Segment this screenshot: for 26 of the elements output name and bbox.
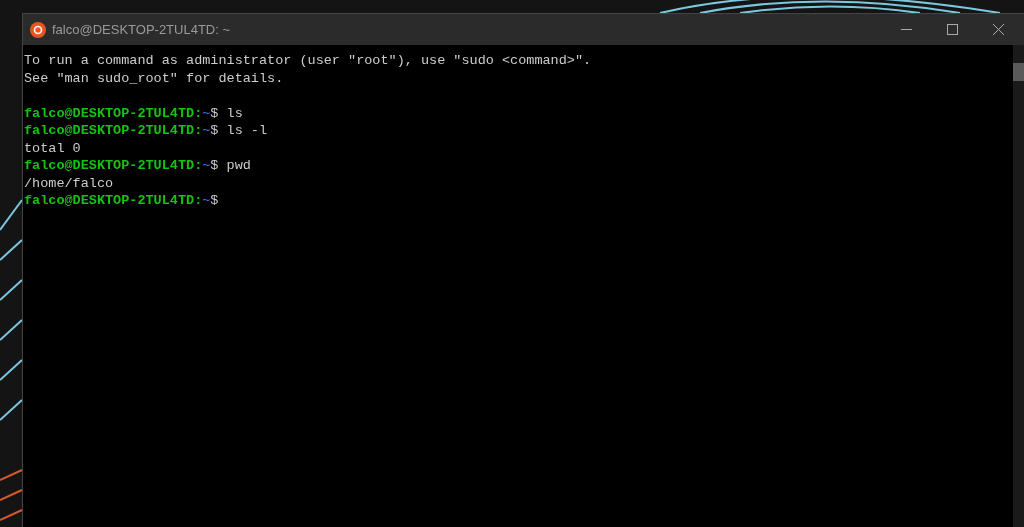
prompt-user-host: falco@DESKTOP-2TUL4TD: [24,122,203,140]
prompt-symbol: $ [210,192,219,210]
prompt-user-host: falco@DESKTOP-2TUL4TD: [24,192,203,210]
prompt-user-host: falco@DESKTOP-2TUL4TD: [24,104,203,122]
output-line: See "man sudo_root" for details. [24,69,284,87]
command-text: ls -l [226,122,268,140]
circle-logo-icon [30,21,46,38]
close-icon [992,24,1004,35]
command-text: ls [226,104,243,122]
prompt-path: ~ [202,192,211,210]
scrollbar-thumb[interactable] [1013,63,1024,81]
prompt-path: ~ [202,104,211,122]
output-line: total 0 [24,139,81,157]
scrollbar[interactable] [1013,45,1024,527]
output-line: To run a command as administrator (user "root"), use "sudo <command>". [24,52,592,70]
prompt-user-host: falco@DESKTOP-2TUL4TD: [24,157,203,175]
prompt-path: ~ [202,122,211,140]
output-line: /home/falco [24,174,114,192]
prompt-symbol: $ [210,104,219,122]
minimize-icon [900,29,912,30]
prompt-symbol: $ [210,122,219,140]
prompt-symbol: $ [210,157,219,175]
command-text: pwd [226,157,251,175]
prompt-path: ~ [202,157,211,175]
window-title: falco@DESKTOP-2TUL4TD: ~ [52,20,231,39]
maximize-icon [946,24,958,35]
